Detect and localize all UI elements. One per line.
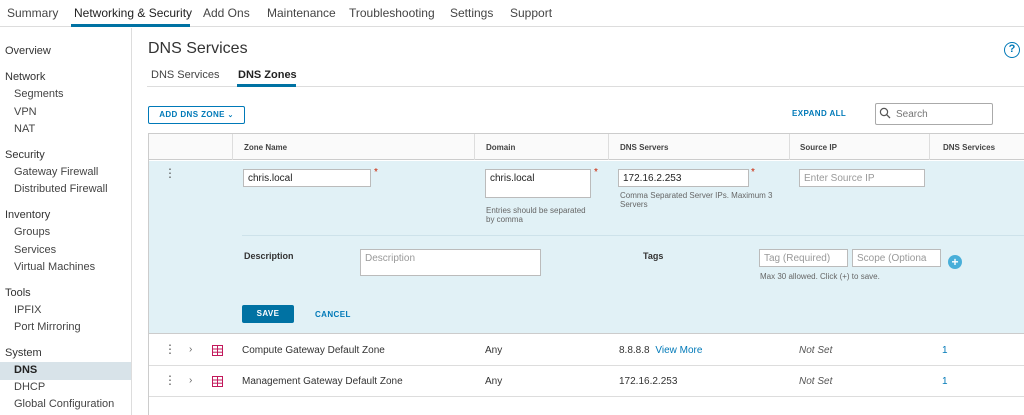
sidebar-item-port-mirroring[interactable]: Port Mirroring — [14, 321, 81, 333]
tab-summary[interactable]: Summary — [7, 6, 58, 20]
page-title: DNS Services — [148, 40, 248, 57]
tags-label: Tags — [643, 251, 664, 261]
search-icon — [879, 107, 891, 119]
sidebar-item-ipfix[interactable]: IPFIX — [14, 304, 42, 316]
add-dns-zone-button[interactable]: ADD DNS ZONE ⌄ — [148, 106, 245, 124]
sidebar-item-distributed-firewall[interactable]: Distributed Firewall — [14, 183, 108, 195]
description-label: Description — [244, 251, 294, 261]
add-dns-zone-label: ADD DNS ZONE — [159, 110, 225, 119]
form-divider — [242, 235, 1024, 236]
row-actions-icon[interactable]: ⋮ — [164, 343, 176, 355]
tab-settings[interactable]: Settings — [450, 6, 493, 20]
grid-header: Zone Name Domain DNS Servers Source IP D… — [149, 134, 1024, 160]
table-row: ⋮ › Management Gateway Default Zone Any … — [149, 366, 1024, 397]
search-input[interactable] — [896, 107, 988, 121]
zone-name-cell: Compute Gateway Default Zone — [242, 345, 385, 356]
sidebar-item-groups[interactable]: Groups — [14, 226, 50, 238]
sidebar-item-global-configuration[interactable]: Global Configuration — [14, 398, 114, 410]
tab-troubleshooting[interactable]: Troubleshooting — [349, 6, 435, 20]
column-separator — [608, 134, 609, 160]
dns-servers-cell: 8.8.8.8 View More — [619, 345, 702, 356]
sidebar-item-services[interactable]: Services — [14, 244, 56, 256]
sidebar-item-gateway-firewall[interactable]: Gateway Firewall — [14, 166, 98, 178]
sidebar-heading-network: Network — [5, 71, 46, 83]
active-tab-indicator — [71, 24, 190, 27]
active-subtab-indicator — [237, 84, 296, 87]
sidebar-item-nat[interactable]: NAT — [14, 123, 35, 135]
tab-networking-security[interactable]: Networking & Security — [74, 6, 192, 20]
sidebar-item-overview[interactable]: Overview — [5, 45, 51, 57]
tab-add-ons[interactable]: Add Ons — [203, 6, 250, 20]
dns-servers-value: 8.8.8.8 — [619, 345, 650, 356]
top-navigation: Summary Networking & Security Add Ons Ma… — [0, 0, 1024, 27]
tags-hint: Max 30 allowed. Click (+) to save. — [760, 272, 880, 281]
sidebar: Overview Network Segments VPN NAT Securi… — [0, 28, 132, 415]
column-header-source-ip[interactable]: Source IP — [800, 143, 837, 152]
domain-hint: Entries should be separated by comma — [486, 206, 586, 224]
save-button[interactable]: SAVE — [242, 305, 294, 323]
column-header-dns-servers[interactable]: DNS Servers — [620, 143, 668, 152]
sidebar-item-segments[interactable]: Segments — [14, 88, 64, 100]
source-ip-cell: Not Set — [799, 376, 833, 387]
search-box[interactable] — [875, 103, 993, 125]
column-header-domain[interactable]: Domain — [486, 143, 515, 152]
column-separator — [929, 134, 930, 160]
required-asterisk: * — [594, 167, 598, 178]
domain-input[interactable]: chris.local — [485, 169, 591, 198]
view-more-link[interactable]: View More — [655, 345, 702, 356]
sidebar-item-vpn[interactable]: VPN — [14, 106, 37, 118]
required-asterisk: * — [751, 167, 755, 178]
row-actions-icon[interactable]: ⋮ — [164, 167, 176, 179]
column-separator — [474, 134, 475, 160]
sidebar-heading-tools: Tools — [5, 287, 31, 299]
description-input[interactable]: Description — [360, 249, 541, 276]
dns-servers-hint: Comma Separated Server IPs. Maximum 3 Se… — [620, 191, 773, 209]
dns-zone-icon — [212, 345, 223, 356]
chevron-right-icon[interactable]: › — [189, 344, 192, 355]
dns-servers-cell: 172.16.2.253 — [619, 376, 678, 387]
question-circle-icon[interactable]: ? — [1004, 42, 1020, 58]
sidebar-heading-system: System — [5, 347, 42, 359]
column-separator — [789, 134, 790, 160]
table-row: ⋮ › Compute Gateway Default Zone Any 8.8… — [149, 335, 1024, 366]
column-separator — [232, 134, 233, 160]
domain-cell: Any — [485, 345, 503, 356]
tab-maintenance[interactable]: Maintenance — [267, 6, 336, 20]
domain-cell: Any — [485, 376, 503, 387]
source-ip-cell: Not Set — [799, 345, 833, 356]
dns-servers-input[interactable]: 172.16.2.253 — [618, 169, 749, 187]
sidebar-heading-inventory: Inventory — [5, 209, 51, 221]
subtab-dns-services[interactable]: DNS Services — [151, 69, 219, 81]
dns-services-count-link[interactable]: 1 — [942, 376, 948, 387]
chevron-right-icon[interactable]: › — [189, 375, 192, 386]
dns-services-count-link[interactable]: 1 — [942, 345, 948, 356]
add-tag-icon[interactable]: + — [948, 255, 962, 269]
sidebar-item-dhcp[interactable]: DHCP — [14, 381, 45, 393]
cancel-button[interactable]: CANCEL — [315, 310, 351, 319]
zone-name-input[interactable]: chris.local — [243, 169, 371, 187]
source-ip-input[interactable]: Enter Source IP — [799, 169, 925, 187]
tab-support[interactable]: Support — [510, 6, 552, 20]
zone-name-cell: Management Gateway Default Zone — [242, 376, 403, 387]
dns-zones-grid: Zone Name Domain DNS Servers Source IP D… — [148, 133, 1024, 415]
edit-zone-form: ⋮ chris.local * chris.local * Entries sh… — [149, 161, 1024, 334]
subtab-dns-zones[interactable]: DNS Zones — [238, 69, 297, 81]
scope-input[interactable]: Scope (Optiona — [852, 249, 941, 267]
dns-zone-icon — [212, 376, 223, 387]
chevron-down-icon: ⌄ — [227, 112, 234, 119]
sidebar-item-virtual-machines[interactable]: Virtual Machines — [14, 261, 95, 273]
row-actions-icon[interactable]: ⋮ — [164, 374, 176, 386]
tag-input[interactable]: Tag (Required) — [759, 249, 848, 267]
main-content: DNS Services ? DNS Services DNS Zones AD… — [133, 28, 1024, 415]
required-asterisk: * — [374, 167, 378, 178]
column-header-zone-name[interactable]: Zone Name — [244, 143, 287, 152]
sidebar-heading-security: Security — [5, 149, 45, 161]
expand-all-link[interactable]: EXPAND ALL — [792, 109, 846, 118]
column-header-dns-services[interactable]: DNS Services — [943, 143, 995, 152]
sidebar-item-dns[interactable]: DNS — [14, 364, 37, 376]
